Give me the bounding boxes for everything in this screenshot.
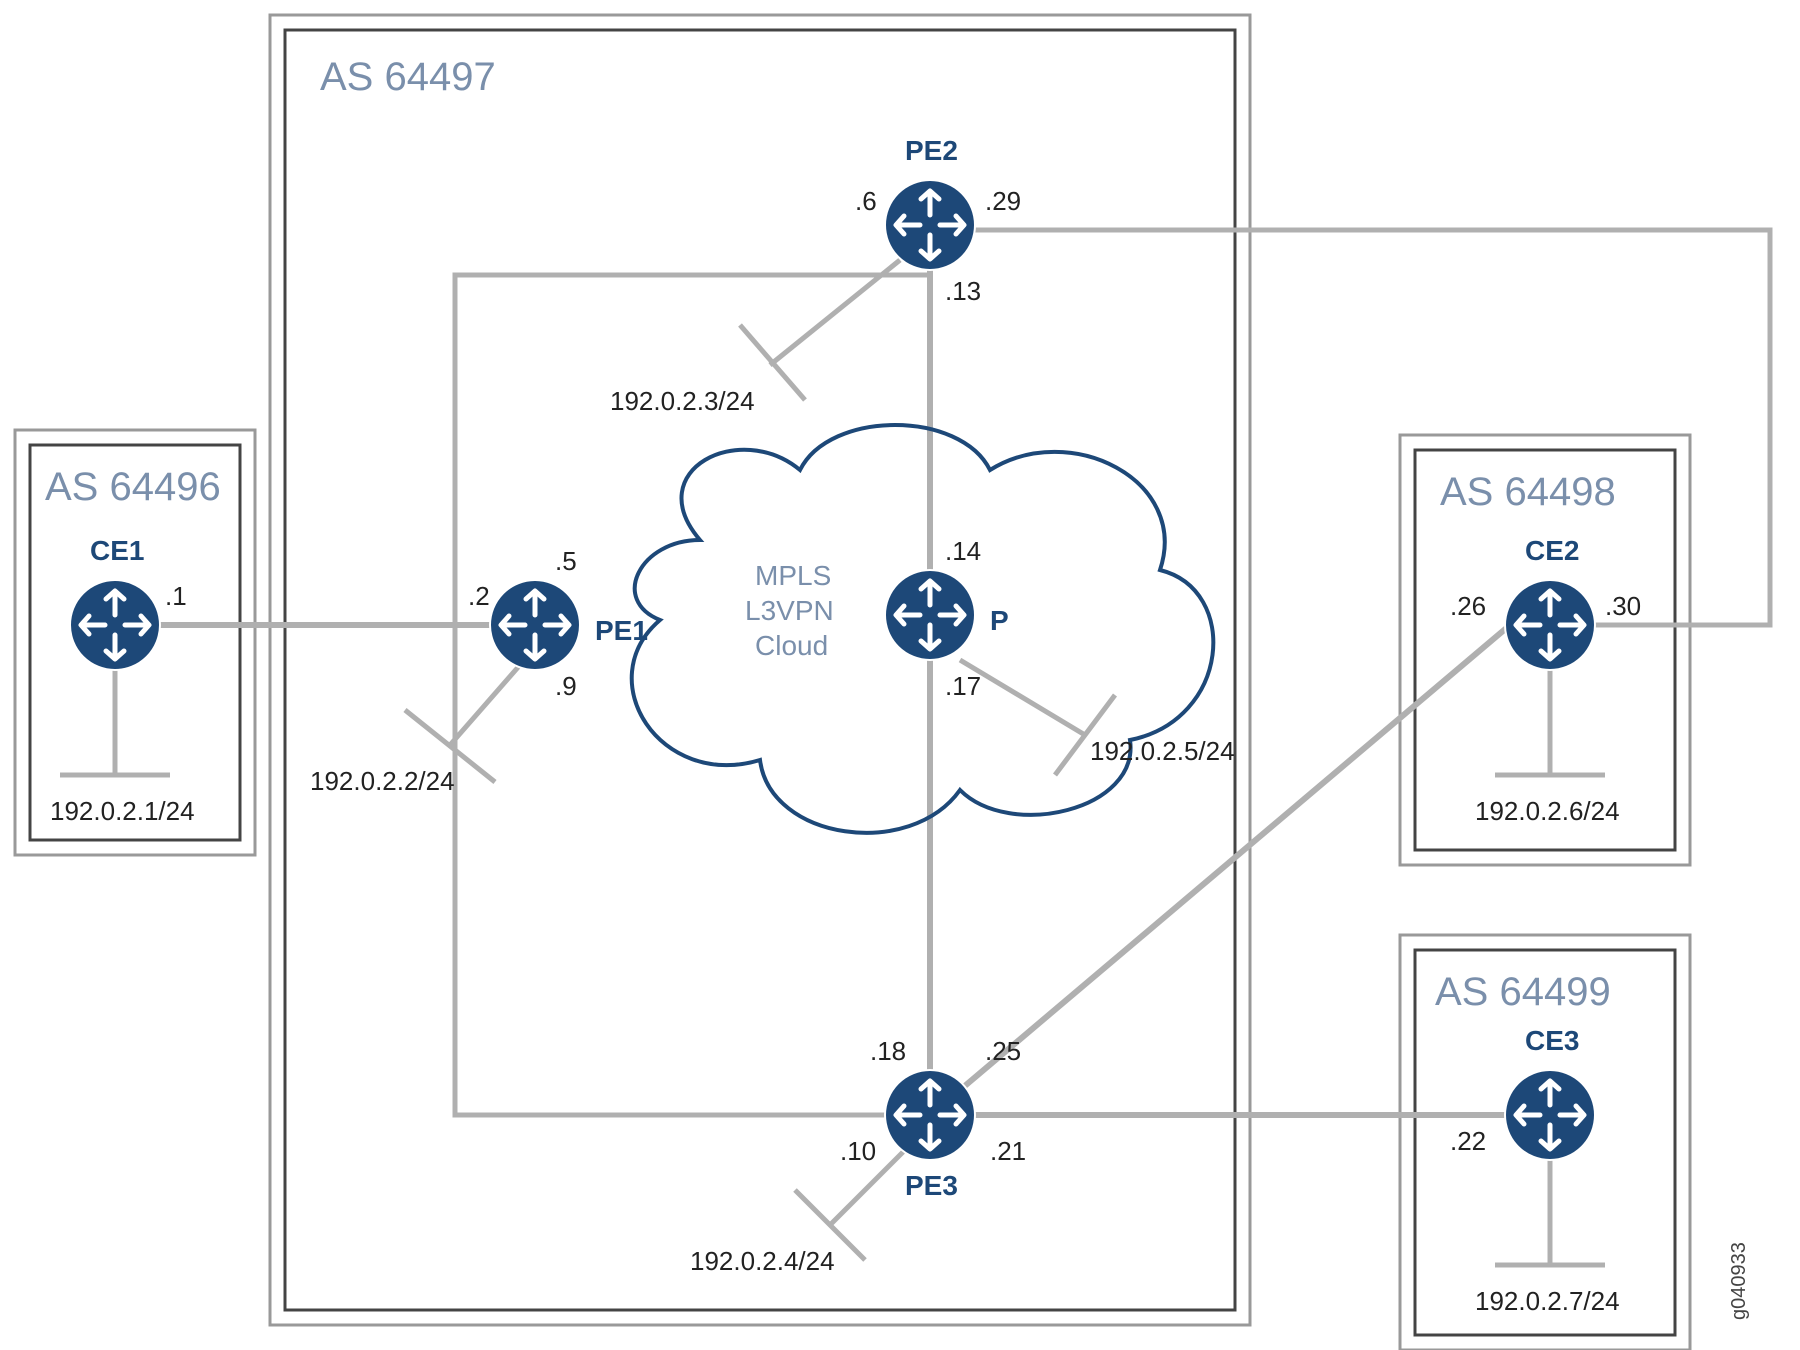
label-pe2: PE2: [905, 135, 958, 166]
label-ce3: CE3: [1525, 1025, 1579, 1056]
label-pe3: PE3: [905, 1170, 958, 1201]
network-topology-diagram: AS 64497 AS 64496 AS 64498 AS 64499: [0, 0, 1800, 1350]
router-ce3: [1505, 1070, 1595, 1160]
label-ce2: CE2: [1525, 535, 1579, 566]
ip-ce2: 192.0.2.6/24: [1475, 796, 1620, 826]
ip-pe2: 192.0.2.3/24: [610, 386, 755, 416]
as-64498-label: AS 64498: [1440, 470, 1616, 514]
router-pe1: [490, 580, 580, 670]
if-ce1-1: .1: [165, 581, 187, 611]
if-pe2-29: .29: [985, 186, 1021, 216]
ip-ce3: 192.0.2.7/24: [1475, 1286, 1620, 1316]
if-p-17: .17: [945, 671, 981, 701]
if-ce3-22: .22: [1450, 1126, 1486, 1156]
router-pe3: [885, 1070, 975, 1160]
if-pe2-13: .13: [945, 276, 981, 306]
cloud-label-1: MPLS: [755, 560, 831, 591]
cloud-label-3: Cloud: [755, 630, 828, 661]
router-p: [885, 570, 975, 660]
ip-p: 192.0.2.5/24: [1090, 736, 1235, 766]
if-pe3-18: .18: [870, 1036, 906, 1066]
if-pe3-21: .21: [990, 1136, 1026, 1166]
cloud-label-2: L3VPN: [745, 595, 834, 626]
ip-pe3: 192.0.2.4/24: [690, 1246, 835, 1276]
label-pe1: PE1: [595, 615, 648, 646]
router-pe2: [885, 180, 975, 270]
ip-ce1: 192.0.2.1/24: [50, 796, 195, 826]
if-pe1-5: .5: [555, 546, 577, 576]
router-ce2: [1505, 580, 1595, 670]
if-ce2-26: .26: [1450, 591, 1486, 621]
as-64496-label: AS 64496: [45, 465, 221, 509]
ip-pe1: 192.0.2.2/24: [310, 766, 455, 796]
if-pe1-9: .9: [555, 671, 577, 701]
if-pe2-6: .6: [855, 186, 877, 216]
figure-id: g040933: [1728, 1242, 1750, 1320]
label-ce1: CE1: [90, 535, 144, 566]
as-64499-label: AS 64499: [1435, 970, 1611, 1014]
router-ce1: [70, 580, 160, 670]
if-pe3-25: .25: [985, 1036, 1021, 1066]
label-p: P: [990, 605, 1009, 636]
if-pe1-2: .2: [468, 581, 490, 611]
as-64497-label: AS 64497: [320, 55, 496, 99]
as-64497-box: AS 64497: [270, 15, 1250, 1325]
if-ce2-30: .30: [1605, 591, 1641, 621]
if-pe3-10: .10: [840, 1136, 876, 1166]
if-p-14: .14: [945, 536, 981, 566]
